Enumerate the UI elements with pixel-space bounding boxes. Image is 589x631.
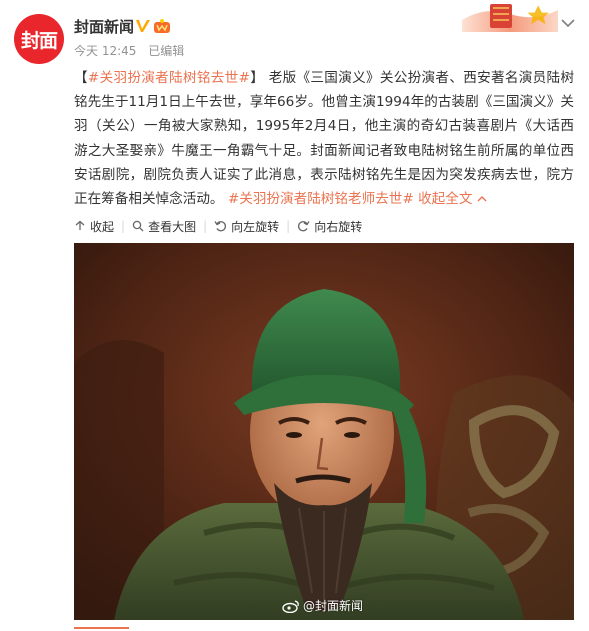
hashtag-2[interactable]: #关羽扮演者陆树铭老师去世# [228,191,414,207]
divider: | [121,219,126,233]
arrow-up-icon [75,220,85,230]
avatar[interactable]: 封面 [14,14,64,64]
collapse-text-link[interactable]: 收起全文 [418,191,472,207]
post-content: 【#关羽扮演者陆树铭去世#】 老版《三国演义》关公扮演者、西安著名演员陆树铭先生… [74,66,574,211]
watermark-text: @封面新闻 [303,599,364,613]
chevron-down-icon[interactable] [561,18,575,28]
view-large-label: 查看大图 [148,219,197,234]
weibo-logo-icon [282,599,299,613]
rotate-left-label: 向左旋转 [231,219,280,234]
rotate-right-button[interactable]: 向右旋转 [297,218,362,235]
divider: | [286,219,291,233]
edited-label[interactable]: 已编辑 [148,44,184,58]
view-large-button[interactable]: 查看大图 [132,218,196,235]
rotate-right-icon [298,221,310,232]
author-name[interactable]: 封面新闻 [74,16,134,37]
post-image[interactable] [74,243,574,620]
collapse-label: 收起 [90,219,115,234]
image-watermark: @封面新闻 [282,597,363,614]
member-crown-icon[interactable] [153,18,171,34]
rotate-right-label: 向右旋转 [314,219,363,234]
magnifier-icon [132,220,144,232]
image-actions: 收起 | 查看大图 | 向左旋转 | 向右旋转 [74,216,362,236]
rotate-left-icon [214,221,227,232]
scroll-indicator [74,627,129,629]
decoration-card [460,0,560,36]
bracket-close: 】 [249,70,265,86]
divider: | [203,219,208,233]
rotate-left-button[interactable]: 向左旋转 [214,218,279,235]
hashtag-1[interactable]: #关羽扮演者陆树铭去世# [88,70,250,86]
collapse-button[interactable]: 收起 [74,218,114,235]
post-meta: 今天 12:45 已编辑 [74,42,192,59]
bracket-open: 【 [74,70,88,86]
verified-v-icon [136,20,150,32]
chevron-up-icon[interactable] [476,194,488,204]
avatar-text: 封面 [20,29,58,52]
post-time[interactable]: 今天 12:45 [74,44,136,58]
post-body: 老版《三国演义》关公扮演者、西安著名演员陆树铭先生于11月1日上午去世，享年66… [74,70,575,208]
portrait-illustration [74,243,574,620]
